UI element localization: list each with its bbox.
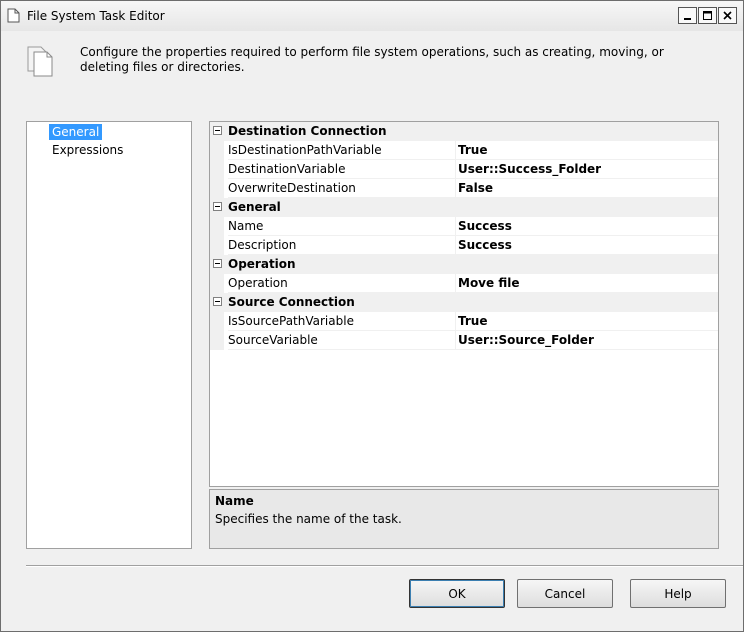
property-name: OverwriteDestination [228,179,456,198]
category-label: Operation [228,257,296,271]
category-label: General [228,200,281,214]
row-gutter [210,331,224,350]
row-gutter [210,160,224,179]
close-button[interactable] [718,7,737,24]
property-value[interactable]: False [456,179,718,198]
page-navigation: General Expressions [26,121,192,549]
property-row[interactable]: Name Success [210,217,718,236]
property-name: Description [228,236,456,255]
property-row[interactable]: DestinationVariable User::Success_Folder [210,160,718,179]
help-button[interactable]: Help [630,579,726,608]
property-grid: Destination Connection IsDestinationPath… [209,121,719,487]
nav-item-expressions[interactable]: Expressions [49,142,126,158]
property-row[interactable]: OverwriteDestination False [210,179,718,198]
title-bar[interactable]: File System Task Editor [1,1,743,31]
row-gutter [210,141,224,160]
property-name: DestinationVariable [228,160,456,179]
row-gutter [210,274,224,293]
file-system-task-icon [27,46,53,77]
window-title: File System Task Editor [27,9,165,23]
category-label: Source Connection [228,295,355,309]
property-row[interactable]: Operation Move file [210,274,718,293]
property-value[interactable]: User::Success_Folder [456,160,718,179]
collapse-icon[interactable] [213,259,222,268]
property-value[interactable]: User::Source_Folder [456,331,718,350]
property-row[interactable]: SourceVariable User::Source_Folder [210,331,718,350]
row-gutter [210,217,224,236]
property-value[interactable]: True [456,312,718,331]
property-name: Name [228,217,456,236]
category-label: Destination Connection [228,124,387,138]
description-text: Specifies the name of the task. [215,512,402,526]
dialog-header: Configure the properties required to per… [1,31,743,101]
collapse-icon[interactable] [213,297,222,306]
header-description: Configure the properties required to per… [80,45,664,74]
row-gutter [210,179,224,198]
maximize-icon [703,11,712,20]
property-name: SourceVariable [228,331,456,350]
category-row[interactable]: General [210,198,718,217]
minimize-button[interactable] [678,7,697,24]
collapse-icon[interactable] [213,202,222,211]
category-row[interactable]: Destination Connection [210,122,718,141]
property-name: IsSourcePathVariable [228,312,456,331]
row-gutter [210,312,224,331]
description-title: Name [215,494,254,508]
close-icon [723,11,732,20]
property-name: IsDestinationPathVariable [228,141,456,160]
property-row[interactable]: Description Success [210,236,718,255]
property-value[interactable]: True [456,141,718,160]
property-value[interactable]: Success [456,236,718,255]
document-icon [7,8,20,23]
property-value[interactable]: Success [456,217,718,236]
category-row[interactable]: Operation [210,255,718,274]
property-description-panel: Name Specifies the name of the task. [209,489,719,549]
maximize-button[interactable] [698,7,717,24]
dialog-window: File System Task Editor Configure the pr… [0,0,744,632]
divider [26,565,743,567]
property-name: Operation [228,274,456,293]
property-value[interactable]: Move file [456,274,718,293]
ok-button[interactable]: OK [409,579,505,608]
cancel-button[interactable]: Cancel [517,579,613,608]
window-controls [678,7,737,24]
category-row[interactable]: Source Connection [210,293,718,312]
property-row[interactable]: IsSourcePathVariable True [210,312,718,331]
property-row[interactable]: IsDestinationPathVariable True [210,141,718,160]
collapse-icon[interactable] [213,126,222,135]
minimize-icon [684,18,691,20]
row-gutter [210,236,224,255]
nav-item-general[interactable]: General [49,124,103,140]
